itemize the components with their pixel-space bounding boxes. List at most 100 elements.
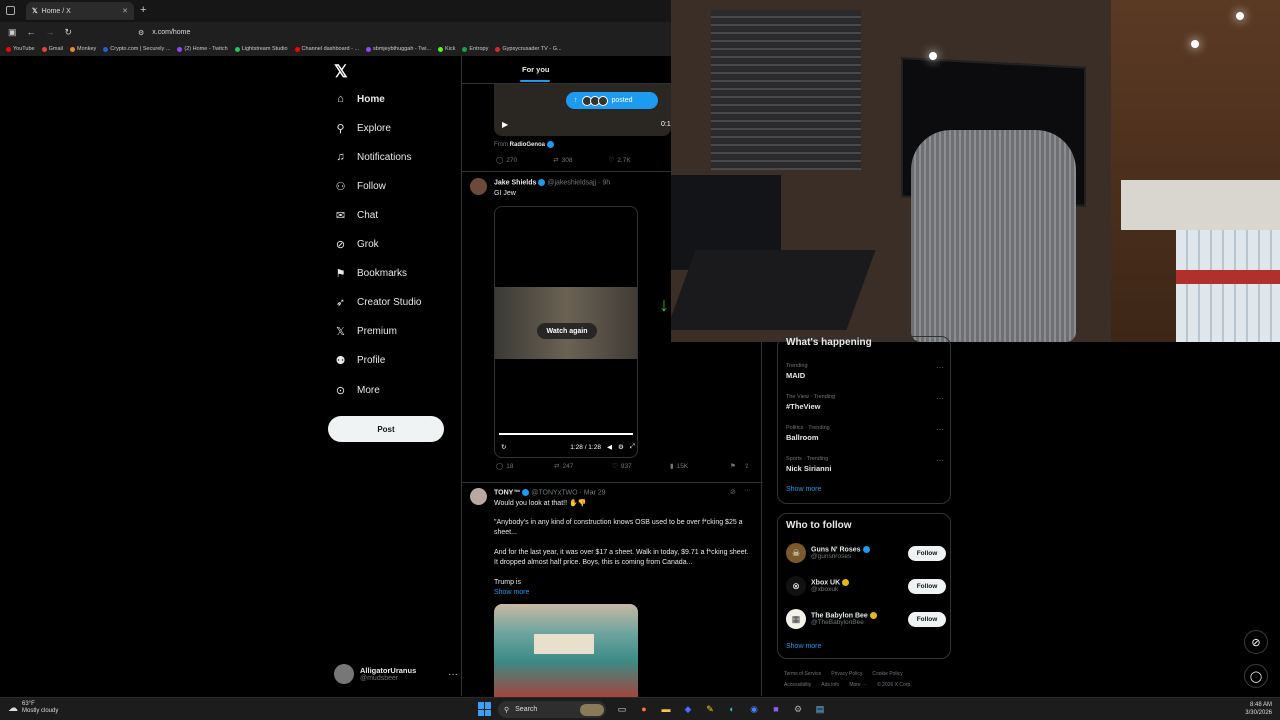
views-button[interactable]: ▮ 15K — [670, 462, 688, 471]
site-info-icon[interactable]: ⚙ — [138, 29, 144, 37]
volume-icon[interactable]: ◀ — [607, 443, 612, 451]
window-menu-icon[interactable] — [6, 6, 15, 15]
nav-item-notifications[interactable]: ♫ Notifications — [334, 151, 411, 163]
nav-item-follow[interactable]: ⚇ Follow — [334, 180, 386, 193]
watch-again-button[interactable]: Watch again — [537, 323, 597, 339]
follow-suggestion[interactable]: ☠ Guns N' Roses @gunsnroses Follow — [786, 542, 946, 564]
more-dots-icon[interactable]: ··· — [744, 487, 751, 494]
replay-icon[interactable]: ↻ — [501, 443, 506, 451]
nav-item-profile[interactable]: ⚉ Profile — [334, 354, 386, 367]
app-icon[interactable]: ✎ — [702, 701, 718, 717]
follow-button[interactable]: Follow — [908, 611, 946, 627]
trend-item[interactable]: Sports · Trending Nick Sirianni ··· — [786, 456, 946, 473]
post-button[interactable]: Post — [328, 416, 444, 442]
file-explorer-icon[interactable]: ▬ — [658, 701, 674, 717]
trend-item[interactable]: The View · Trending #TheView ··· — [786, 394, 946, 411]
bookmark-icon[interactable]: ⚑ — [730, 462, 736, 470]
share-icon[interactable]: ⇪ — [744, 462, 749, 470]
follow-suggestion[interactable]: ▦ The Babylon Bee @TheBabylonBee Follow — [786, 608, 946, 630]
close-tab-icon[interactable]: ✕ — [122, 7, 128, 15]
nav-item-more[interactable]: ⊙ More — [334, 384, 380, 397]
chrome-icon[interactable]: ◉ — [746, 701, 762, 717]
edge-icon[interactable]: ◐ — [724, 701, 740, 717]
nav-item-premium[interactable]: 𝕏 Premium — [334, 325, 397, 338]
nav-item-creator-studio[interactable]: ➶ Creator Studio — [334, 296, 422, 309]
firefox-icon[interactable]: ● — [636, 701, 652, 717]
browser-tab[interactable]: 𝕏 Home / X ✕ — [26, 2, 134, 20]
from-account[interactable]: RadioGenoa — [510, 142, 545, 148]
author-name[interactable]: Jake Shields — [494, 179, 536, 186]
more-dots-icon[interactable]: ··· — [936, 425, 944, 434]
chat-bubble-icon[interactable]: ◯ — [1244, 664, 1268, 688]
weather-widget[interactable]: ☁ 63°F Mostly cloudy — [8, 701, 58, 715]
post-video[interactable]: ↑ posted ▶ 0:1 — [494, 84, 671, 136]
footer-link[interactable]: Terms of Service — [784, 671, 821, 677]
nav-item-home[interactable]: ⌂ Home — [334, 93, 385, 105]
grok-icon[interactable]: ⊘ — [1244, 630, 1268, 654]
more-dots-icon[interactable]: ··· — [936, 363, 944, 372]
address-bar[interactable]: ⚙ x.com/home — [134, 25, 434, 40]
bookmark-item[interactable]: Crypto.com | Securely ... — [103, 46, 170, 52]
notepad-icon[interactable]: ▤ — [812, 701, 828, 717]
footer-link[interactable]: Accessibility — [784, 682, 811, 688]
more-dots-icon[interactable]: ··· — [448, 669, 458, 680]
follow-suggestion[interactable]: ⊗ Xbox UK @xboxuk Follow — [786, 575, 946, 597]
x-logo-icon[interactable]: 𝕏 — [334, 62, 348, 82]
bookmark-item[interactable]: Gmail — [41, 46, 63, 52]
repost-button[interactable]: ⇄ 308 — [553, 156, 572, 165]
footer-link[interactable]: © 2026 X Corp. — [877, 682, 912, 688]
account-switcher[interactable]: AlligatorUranus @mudsbeer ··· — [334, 662, 458, 686]
more-dots-icon[interactable]: ··· — [936, 394, 944, 403]
tab-for-you[interactable]: For you — [522, 65, 550, 74]
reply-button[interactable]: ◯ 270 — [496, 156, 517, 165]
footer-link[interactable]: Privacy Policy — [831, 671, 862, 677]
bookmark-item[interactable]: Lightstream Studio — [234, 46, 288, 52]
bookmark-item[interactable]: (2) Home - Twitch — [177, 46, 228, 52]
trend-item[interactable]: Trending MAID ··· — [786, 363, 946, 380]
new-tab-icon[interactable]: + — [140, 4, 146, 16]
follow-button[interactable]: Follow — [908, 578, 946, 594]
nav-item-grok[interactable]: ⊘ Grok — [334, 238, 379, 251]
avatar[interactable] — [470, 178, 487, 195]
follow-button[interactable]: Follow — [908, 545, 946, 561]
footer-link[interactable]: Ads info — [821, 682, 839, 688]
video-progress-bar[interactable] — [499, 433, 633, 435]
author-name[interactable]: TONY™ — [494, 489, 520, 496]
bookmark-item[interactable]: YouTube — [6, 46, 35, 52]
show-more-link[interactable]: Show more — [786, 486, 821, 493]
nav-item-explore[interactable]: ⚲ Explore — [334, 122, 390, 135]
avatar[interactable] — [470, 488, 487, 505]
show-more-link[interactable]: Show more — [786, 643, 821, 650]
nav-item-chat[interactable]: ✉ Chat — [334, 209, 378, 222]
grok-icon[interactable]: ⊘ — [730, 488, 736, 496]
post-video[interactable]: Watch again ↻ 1:28 / 1:28 ◀ ⚙ ⤢ — [494, 206, 638, 458]
forward-icon[interactable]: → — [46, 27, 55, 37]
bookmark-item[interactable]: Entropy — [462, 46, 488, 52]
fullscreen-icon[interactable]: ⤢ — [630, 443, 635, 451]
bookmark-item[interactable]: Kick — [438, 46, 455, 52]
app-icon[interactable]: ◆ — [680, 701, 696, 717]
reload-icon[interactable]: ↻ — [65, 27, 73, 38]
post-image[interactable] — [494, 604, 638, 699]
footer-link[interactable]: More ··· — [849, 682, 867, 688]
like-button[interactable]: ♡ 937 — [612, 462, 632, 471]
task-view-icon[interactable]: ▭ — [614, 701, 630, 717]
repost-button[interactable]: ⇄ 247 — [554, 462, 573, 471]
bookmark-item[interactable]: sbmjeybthuggah - Twi... — [366, 46, 431, 52]
bookmark-item[interactable]: Channel dashboard - ... — [294, 46, 359, 52]
reply-button[interactable]: ◯ 18 — [496, 462, 514, 471]
settings-icon[interactable]: ⚙ — [618, 443, 624, 451]
bookmark-item[interactable]: Monkey — [70, 46, 96, 52]
like-button[interactable]: ♡ 2.7K — [608, 156, 630, 165]
app-icon[interactable]: ■ — [768, 701, 784, 717]
play-icon[interactable]: ▶ — [502, 120, 508, 129]
nav-item-bookmarks[interactable]: ⚑ Bookmarks — [334, 267, 407, 280]
trend-item[interactable]: Politics · Trending Ballroom ··· — [786, 425, 946, 442]
footer-link[interactable]: Cookie Policy — [872, 671, 902, 677]
windows-start-icon[interactable] — [478, 702, 492, 716]
sidebar-toggle-icon[interactable]: ▣ — [8, 27, 17, 38]
settings-icon[interactable]: ⚙ — [790, 701, 806, 717]
back-icon[interactable]: ← — [27, 27, 36, 37]
more-dots-icon[interactable]: ··· — [936, 456, 944, 465]
new-posts-pill[interactable]: ↑ posted — [566, 92, 658, 109]
